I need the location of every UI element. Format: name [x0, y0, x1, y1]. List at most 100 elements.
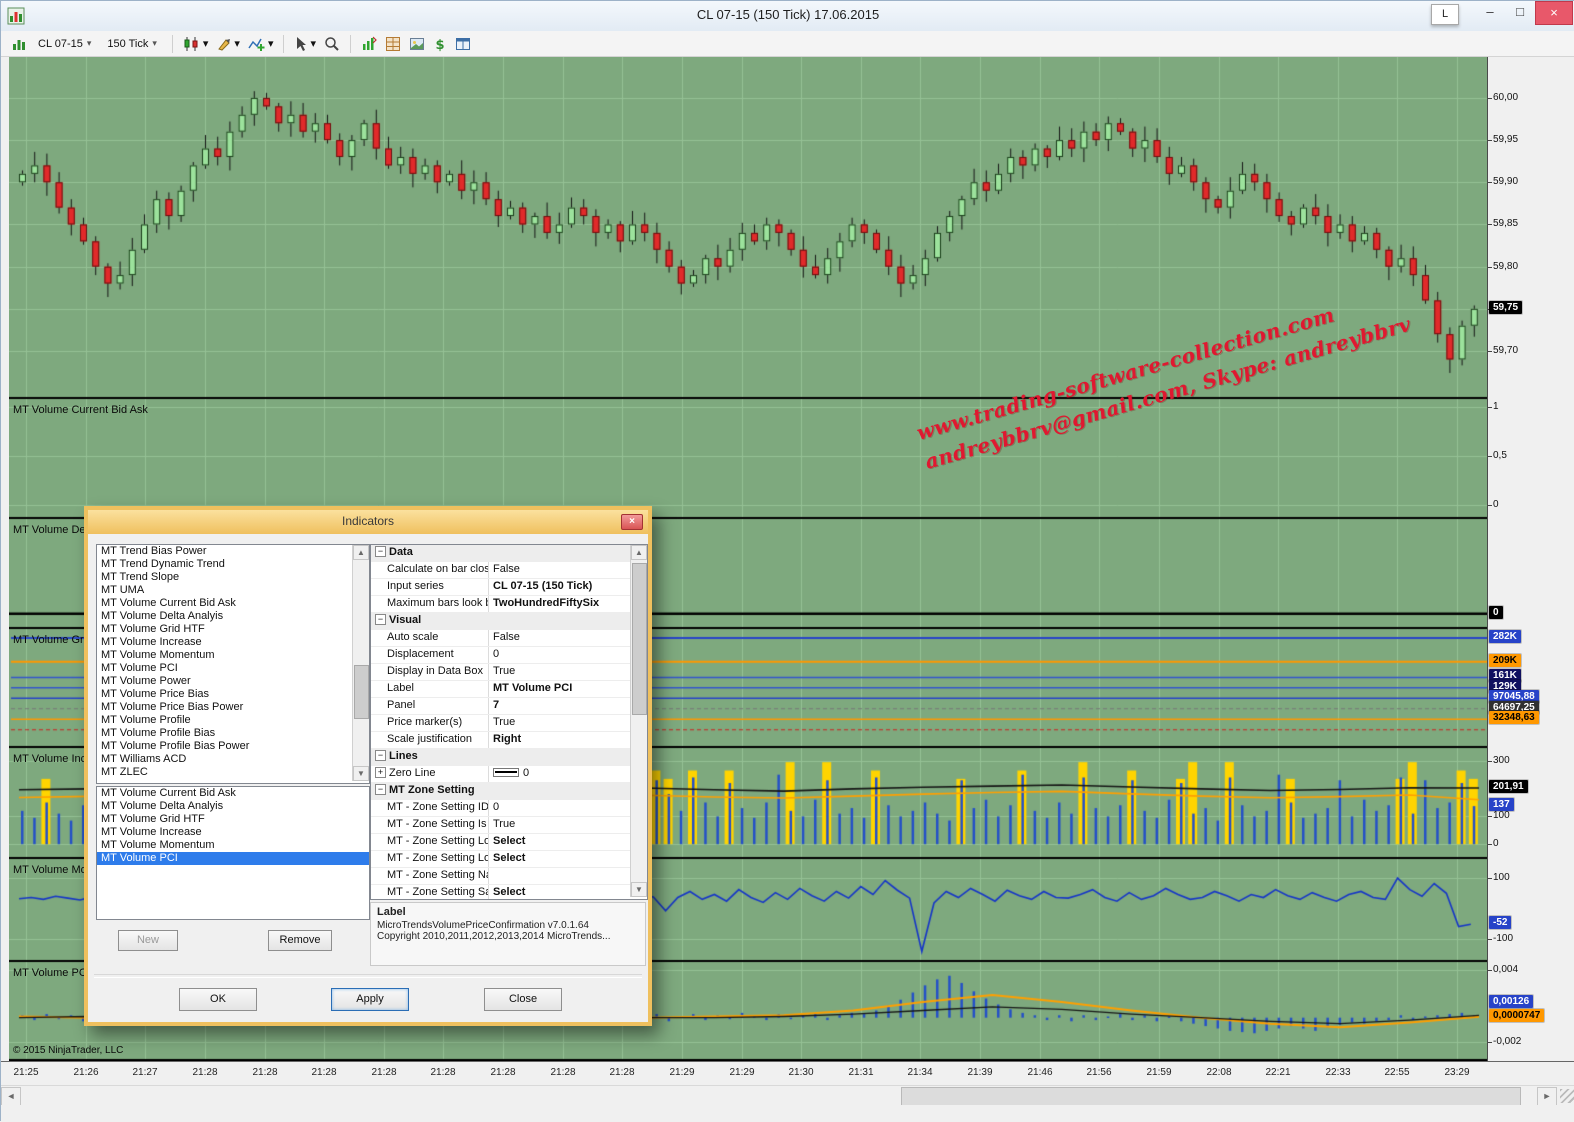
scrollbar-thumb[interactable] [901, 1087, 1521, 1107]
property-value[interactable]: Select [489, 851, 631, 867]
selected-indicator-item[interactable]: MT Volume Momentum [97, 839, 369, 852]
scroll-right-icon[interactable]: ► [1537, 1087, 1557, 1107]
scroll-down-icon[interactable]: ▼ [631, 882, 647, 897]
property-row[interactable]: MT - Zone Setting Is UTrue [371, 817, 631, 834]
link-button[interactable]: L [1431, 4, 1459, 25]
property-value[interactable]: True [489, 715, 631, 731]
chart-style-icon[interactable]: ▾ [180, 34, 212, 54]
selected-indicator-item[interactable]: MT Volume Increase [97, 826, 369, 839]
indicator-list-item[interactable]: MT Volume Momentum [97, 649, 369, 662]
property-value[interactable]: Select [489, 885, 631, 900]
property-value[interactable]: False [489, 630, 631, 646]
property-section-row[interactable]: −MT Zone Setting [371, 783, 631, 800]
indicator-list-item[interactable]: MT Williams ACD [97, 753, 369, 766]
property-value[interactable]: True [489, 817, 631, 833]
scroll-up-icon[interactable]: ▲ [631, 545, 647, 560]
account-icon[interactable]: $ [430, 34, 450, 54]
horizontal-scrollbar[interactable]: ◄ ► [1, 1085, 1574, 1106]
indicator-list-item[interactable]: MT Volume Power [97, 675, 369, 688]
property-row[interactable]: Maximum bars look baTwoHundredFiftySix [371, 596, 631, 613]
selected-indicators-list[interactable]: MT Volume Current Bid AskMT Volume Delta… [96, 786, 370, 920]
zoom-icon[interactable] [321, 34, 343, 54]
property-row[interactable]: Input seriesCL 07-15 (150 Tick) [371, 579, 631, 596]
indicator-list-item[interactable]: MT Trend Slope [97, 571, 369, 584]
indicator-list-item[interactable]: MT Volume Increase [97, 636, 369, 649]
indicator-list-item[interactable]: MT Trend Bias Power [97, 545, 369, 558]
indicator-list-item[interactable]: MT Volume Profile Bias [97, 727, 369, 740]
property-row[interactable]: MT - Zone Setting SavSelect [371, 885, 631, 900]
property-section-row[interactable]: −Visual [371, 613, 631, 630]
property-row[interactable]: Display in Data BoxTrue [371, 664, 631, 681]
property-row[interactable]: MT - Zone Setting LoaSelect [371, 851, 631, 868]
property-value[interactable]: True [489, 664, 631, 680]
draw-icon[interactable]: ▾ [213, 34, 243, 54]
property-row[interactable]: MT - Zone Setting LoaSelect [371, 834, 631, 851]
price-axis[interactable] [1487, 57, 1574, 1061]
indicator-list-item[interactable]: MT Volume Delta Analyis [97, 610, 369, 623]
property-row[interactable]: LabelMT Volume PCI [371, 681, 631, 698]
indicator-list-item[interactable]: MT Volume Grid HTF [97, 623, 369, 636]
indicator-icon[interactable]: ▾ [245, 34, 277, 54]
indicator-list-item[interactable]: MT UMA [97, 584, 369, 597]
indicator-list-item[interactable]: MT Volume Price Bias Power [97, 701, 369, 714]
property-value[interactable]: 0 [489, 800, 631, 816]
property-value[interactable]: CL 07-15 (150 Tick) [489, 579, 631, 595]
property-row[interactable]: Displacement0 [371, 647, 631, 664]
selected-indicator-item[interactable]: MT Volume PCI [97, 852, 369, 865]
indicator-list-item[interactable]: MT Volume PCI [97, 662, 369, 675]
snapshot-icon[interactable] [406, 34, 428, 54]
grid-icon[interactable] [382, 34, 404, 54]
cursor-icon[interactable]: ▾ [291, 34, 319, 54]
property-row[interactable]: Calculate on bar closeFalse [371, 562, 631, 579]
collapse-icon[interactable]: − [375, 750, 386, 761]
new-button[interactable]: New [118, 930, 178, 951]
property-value[interactable]: TwoHundredFiftySix [489, 596, 631, 612]
chart-icon[interactable] [8, 34, 30, 54]
property-row[interactable]: +Zero Line0 [371, 766, 631, 783]
collapse-icon[interactable]: − [375, 546, 386, 557]
indicator-list-item[interactable]: MT Volume Current Bid Ask [97, 597, 369, 610]
indicator-list-item[interactable]: MT ZLEC [97, 766, 369, 779]
panel-icon[interactable] [452, 34, 474, 54]
property-section-row[interactable]: −Lines [371, 749, 631, 766]
available-indicators-list[interactable]: MT Trend Bias PowerMT Trend Dynamic Tren… [96, 544, 370, 784]
close-button[interactable]: × [1535, 1, 1573, 25]
property-row[interactable]: Scale justificationRight [371, 732, 631, 749]
selected-indicator-item[interactable]: MT Volume Grid HTF [97, 813, 369, 826]
collapse-icon[interactable]: − [375, 614, 386, 625]
minimize-button[interactable]: – [1475, 1, 1505, 23]
interval-selector[interactable]: 150 Tick ▾ [100, 36, 164, 52]
time-axis[interactable]: 21:2521:2621:2721:2821:2821:2821:2821:28… [1, 1061, 1574, 1086]
scrollbar-thumb[interactable] [632, 563, 647, 715]
property-grid[interactable]: −DataCalculate on bar closeFalseInput se… [370, 544, 648, 900]
remove-button[interactable]: Remove [268, 930, 332, 951]
property-row[interactable]: MT - Zone Setting ID0 [371, 800, 631, 817]
property-row[interactable]: MT - Zone Setting Nam [371, 868, 631, 885]
property-value[interactable]: 0 [489, 766, 631, 782]
grid-scrollbar[interactable]: ▲ ▼ [630, 545, 647, 897]
titlebar[interactable]: CL 07-15 (150 Tick) 17.06.2015 L – □ × [1, 1, 1574, 32]
property-value[interactable]: Right [489, 732, 631, 748]
property-value[interactable]: False [489, 562, 631, 578]
property-row[interactable]: Auto scaleFalse [371, 630, 631, 647]
apply-button[interactable]: Apply [331, 988, 409, 1011]
property-value[interactable]: MT Volume PCI [489, 681, 631, 697]
indicator-list-item[interactable]: MT Trend Dynamic Trend [97, 558, 369, 571]
property-value[interactable]: 0 [489, 647, 631, 663]
selected-indicator-item[interactable]: MT Volume Delta Analyis [97, 800, 369, 813]
collapse-icon[interactable]: − [375, 784, 386, 795]
scrollbar-thumb[interactable] [354, 665, 369, 719]
scroll-down-icon[interactable]: ▼ [353, 766, 369, 781]
dialog-titlebar[interactable]: Indicators [88, 510, 648, 534]
property-row[interactable]: Price marker(s)True [371, 715, 631, 732]
list-scrollbar[interactable]: ▲ ▼ [352, 545, 369, 781]
property-value[interactable]: 7 [489, 698, 631, 714]
ok-button[interactable]: OK [179, 988, 257, 1011]
maximize-button[interactable]: □ [1505, 1, 1535, 23]
property-value[interactable] [489, 868, 631, 884]
property-row[interactable]: Panel7 [371, 698, 631, 715]
market-data-icon[interactable] [358, 34, 380, 54]
expand-icon[interactable]: + [375, 767, 386, 778]
indicator-list-item[interactable]: MT Volume Price Bias [97, 688, 369, 701]
resize-grip-icon[interactable] [1560, 1089, 1574, 1103]
